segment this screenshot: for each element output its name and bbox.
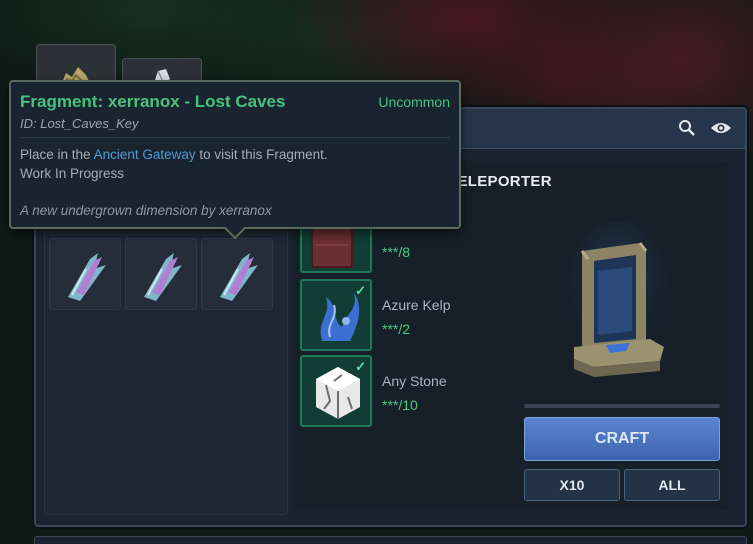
ingredient-name-2: Azure Kelp: [382, 297, 451, 313]
divider: [20, 137, 450, 138]
item-slot-fragment[interactable]: [125, 238, 197, 310]
craft-all-button[interactable]: ALL: [624, 469, 720, 501]
ancient-gateway-link[interactable]: Ancient Gateway: [94, 147, 196, 162]
check-icon: ✓: [355, 283, 366, 298]
recipe-title: TELEPORTER: [448, 173, 552, 190]
tooltip-footer: A new undergrown dimension by xerranox: [20, 203, 272, 218]
desc-line-2: Work In Progress: [20, 166, 125, 181]
craft-button[interactable]: CRAFT: [524, 417, 720, 461]
fragment-shard-icon: [144, 253, 182, 301]
tooltip-description: Place in the Ancient Gateway to visit th…: [20, 145, 328, 183]
ingredient-count-3: ***/10: [382, 397, 418, 413]
ingredient-count-2: ***/2: [382, 321, 411, 337]
ingredient-name-3: Any Stone: [382, 373, 447, 389]
craft-x10-button[interactable]: X10: [524, 469, 620, 501]
bottom-panel-edge: [34, 536, 747, 544]
eye-icon[interactable]: [710, 121, 732, 140]
ingredient-count-1: ***/8: [382, 244, 411, 260]
fragment-shard-icon: [220, 253, 258, 301]
search-icon[interactable]: [678, 119, 696, 142]
item-tooltip: Fragment: xerranox - Lost Caves Uncommon…: [9, 80, 461, 229]
fragment-shard-icon: [68, 253, 106, 301]
ingredient-slot-2[interactable]: ✓: [300, 279, 372, 351]
desc-suffix: to visit this Fragment.: [195, 147, 328, 162]
item-slot-fragment-hovered[interactable]: [201, 238, 273, 310]
ingredient-slot-3[interactable]: ✓: [300, 355, 372, 427]
tooltip-title: Fragment: xerranox - Lost Caves: [20, 92, 286, 111]
craft-progress-bar: [524, 404, 720, 408]
item-slot-fragment[interactable]: [49, 238, 121, 310]
rarity-label: Uncommon: [378, 94, 450, 110]
desc-prefix: Place in the: [20, 147, 94, 162]
check-icon: ✓: [355, 359, 366, 374]
teleporter-gateway-icon: [554, 221, 694, 391]
item-id: ID: Lost_Caves_Key: [20, 116, 139, 131]
